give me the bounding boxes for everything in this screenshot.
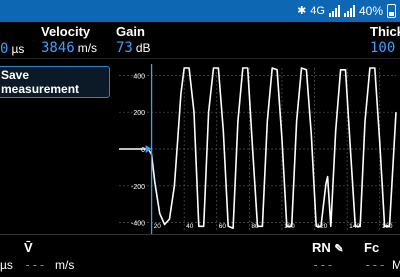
y-tick-label: 0 [141, 147, 145, 154]
rn-label: RN [312, 240, 331, 255]
network-label: 4G [310, 5, 325, 17]
a-scan-plot[interactable]: 400 200 0 -200 -400 20 40 60 80 100 120 140 160 [115, 64, 400, 234]
thickness-label: Thick [370, 24, 400, 39]
x-tick-label: 20 [154, 223, 162, 230]
avg-velocity-label: V̄ [24, 240, 33, 255]
pencil-icon: ✎ [334, 243, 344, 255]
footer-divider [0, 234, 400, 235]
battery-percent: 40% [358, 4, 383, 18]
status-bar: ✱ 4G 40% [0, 0, 400, 22]
gain-label: Gain [116, 24, 145, 39]
thickness-value: 100 [370, 40, 396, 56]
velocity-label: Velocity [41, 24, 91, 39]
left-unit: µs [0, 258, 13, 272]
y-tick-label: -200 [131, 184, 145, 191]
y-tick-label: 400 [133, 73, 145, 80]
battery-icon [387, 4, 396, 18]
plot-background [115, 64, 400, 234]
rn-label-wrap[interactable]: RN ✎ [312, 240, 344, 255]
avg-velocity-value: --- [24, 258, 46, 272]
fc-label: Fc [364, 240, 380, 255]
thickness-reading[interactable]: Thick 100 [370, 24, 400, 56]
time-value: 0 [0, 41, 9, 57]
fc-value: --- [364, 258, 386, 272]
app-screen: ✱ 4G 40% 0 µs Velocity 3846 m/s Gain 73 dB [0, 0, 400, 277]
status-icons: ✱ 4G 40% [297, 3, 396, 19]
signal-bars-icon-2 [343, 5, 355, 17]
y-tick-label: -400 [131, 221, 145, 228]
time-unit: µs [11, 42, 25, 56]
x-tick-label: 40 [186, 223, 194, 230]
gain-reading[interactable]: Gain 73 dB [116, 24, 151, 56]
velocity-reading[interactable]: Velocity 3846 m/s [41, 24, 97, 56]
header-divider [0, 58, 400, 59]
time-reading[interactable]: 0 µs [0, 40, 24, 57]
velocity-unit: m/s [77, 41, 98, 55]
gain-unit: dB [135, 41, 151, 55]
rn-value: --- [312, 258, 334, 272]
a-scan-svg: 4002000-200-400 20 40 60 80 100 120 140 160 [115, 64, 400, 234]
gain-value: 73 [116, 40, 133, 56]
save-measurement-button[interactable]: Save measurement [0, 66, 110, 98]
velocity-value: 3846 [41, 40, 75, 56]
fc-unit: M [392, 258, 400, 272]
signal-bars-icon [328, 5, 340, 17]
bluetooth-icon: ✱ [297, 5, 307, 17]
x-tick-label: 60 [219, 223, 227, 230]
avg-velocity-unit: m/s [55, 258, 75, 272]
y-tick-label: 200 [133, 110, 145, 117]
